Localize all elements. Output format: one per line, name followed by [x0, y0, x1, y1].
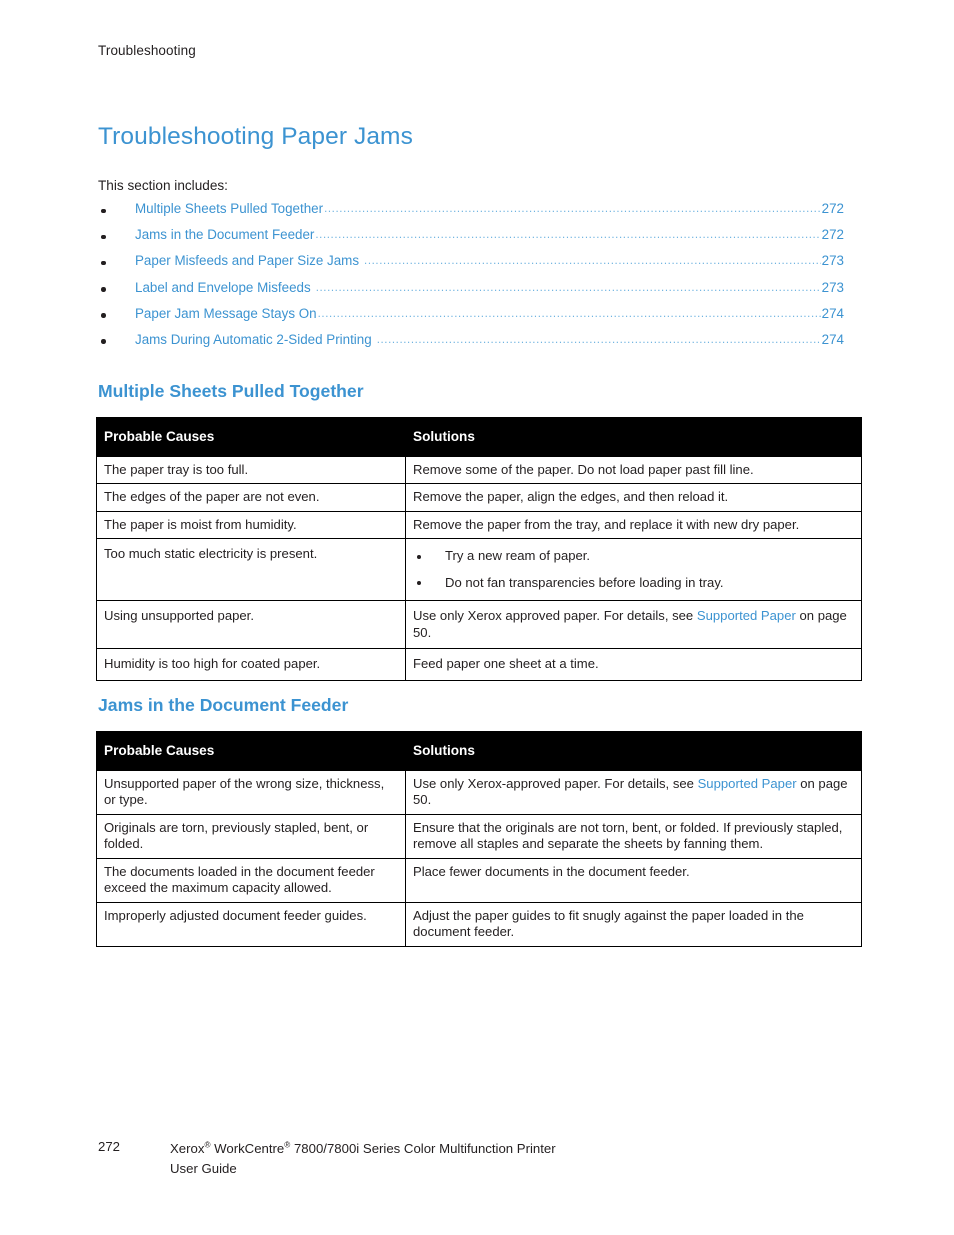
toc-entry-label[interactable]: Multiple Sheets Pulled Together	[135, 201, 323, 216]
list-item: Do not fan transparencies before loading…	[413, 575, 854, 591]
footer-product-pre: Xerox	[170, 1141, 205, 1156]
table-row: Improperly adjusted document feeder guid…	[96, 901, 862, 947]
footer-guide-line: User Guide	[170, 1161, 237, 1177]
cell-cause: Too much static electricity is present.	[96, 538, 406, 602]
bullet-icon	[101, 339, 106, 345]
toc-entry-jams-during-automatic-2-sided-printing[interactable]: Jams During Automatic 2-Sided Printing .…	[98, 332, 844, 358]
table-of-contents: Multiple Sheets Pulled Together ........…	[98, 201, 844, 358]
bullet-icon	[101, 234, 106, 240]
toc-entry-page: 274	[821, 331, 844, 347]
dot-leader: ........................................…	[317, 307, 821, 320]
solution-text-pre: Use only Xerox-approved paper. For detai…	[413, 775, 698, 791]
bullet-icon	[101, 313, 106, 318]
table-multiple-sheets-pulled-together: Probable Causes Solutions The paper tray…	[96, 417, 862, 681]
cell-solution: Remove the paper from the tray, and repl…	[405, 510, 862, 540]
page-footer: 272 Xerox® WorkCentre® 7800/7800i Series…	[98, 1139, 556, 1179]
toc-entry-label-and-envelope-misfeeds[interactable]: Label and Envelope Misfeeds ............…	[98, 280, 844, 306]
toc-entry-jams-in-the-document-feeder[interactable]: Jams in the Document Feeder ............…	[98, 227, 844, 253]
cell-cause: Humidity is too high for coated paper.	[96, 648, 406, 681]
toc-entry-label[interactable]: Jams During Automatic 2-Sided Printing	[135, 332, 376, 347]
list-item: Try a new ream of paper.	[413, 548, 854, 564]
table-row: The documents loaded in the document fee…	[96, 857, 862, 903]
column-header-probable-causes: Probable Causes	[96, 731, 406, 771]
footer-product-post: 7800/7800i Series Color Multifunction Pr…	[290, 1141, 556, 1156]
list-item-label: Do not fan transparencies before loading…	[445, 574, 724, 590]
column-header-probable-causes: Probable Causes	[96, 417, 406, 457]
table-row: Using unsupported paper. Use only Xerox …	[96, 600, 862, 650]
cell-solution: Remove the paper, align the edges, and t…	[405, 483, 862, 512]
dot-leader: ........................................…	[315, 229, 821, 242]
section-heading-jams-in-the-document-feeder: Jams in the Document Feeder	[98, 695, 349, 715]
cell-cause: The documents loaded in the document fee…	[96, 857, 406, 903]
table-row: The edges of the paper are not even. Rem…	[96, 483, 862, 512]
bullet-icon	[101, 287, 106, 292]
cell-solution: Use only Xerox-approved paper. For detai…	[405, 769, 862, 815]
toc-entry-page: 272	[821, 201, 844, 216]
section-includes-label: This section includes:	[98, 178, 228, 193]
toc-entry-label[interactable]: Label and Envelope Misfeeds	[135, 280, 315, 295]
column-header-solutions: Solutions	[405, 731, 862, 771]
toc-entry-page: 273	[821, 279, 844, 295]
dot-leader: ........................................…	[376, 333, 821, 346]
dot-leader: ........................................…	[315, 281, 821, 294]
bullet-icon	[101, 208, 106, 214]
bullet-icon	[101, 260, 106, 266]
running-header: Troubleshooting	[98, 43, 196, 58]
toc-entry-paper-misfeeds-and-paper-size-jams[interactable]: Paper Misfeeds and Paper Size Jams .....…	[98, 253, 844, 279]
table-row: Unsupported paper of the wrong size, thi…	[96, 769, 862, 815]
footer-page-number: 272	[98, 1139, 121, 1154]
table-row: Humidity is too high for coated paper. F…	[96, 648, 862, 681]
footer-product-line: Xerox® WorkCentre® 7800/7800i Series Col…	[170, 1139, 556, 1159]
solution-text-pre: Use only Xerox approved paper. For detai…	[413, 608, 697, 624]
section-heading-multiple-sheets-pulled-together: Multiple Sheets Pulled Together	[98, 381, 364, 401]
dot-leader: ........................................…	[364, 255, 821, 268]
page-title: Troubleshooting Paper Jams	[98, 123, 413, 150]
solution-bullet-list: Try a new ream of paper. Do not fan tran…	[413, 548, 854, 590]
column-header-solutions: Solutions	[405, 417, 862, 457]
toc-entry-page: 273	[821, 253, 844, 269]
toc-entry-page: 272	[821, 227, 844, 243]
cell-solution: Ensure that the originals are not torn, …	[405, 813, 862, 859]
table-row: The paper tray is too full. Remove some …	[96, 455, 862, 485]
cell-cause: The paper tray is too full.	[96, 455, 406, 485]
bullet-icon	[417, 581, 422, 586]
cell-solution: Adjust the paper guides to fit snugly ag…	[405, 901, 862, 947]
bullet-icon	[417, 554, 422, 559]
cell-solution: Remove some of the paper. Do not load pa…	[405, 455, 862, 485]
table-header-row: Probable Causes Solutions	[96, 417, 862, 457]
cell-cause: Unsupported paper of the wrong size, thi…	[96, 769, 406, 815]
table-row: The paper is moist from humidity. Remove…	[96, 510, 862, 540]
table-jams-in-the-document-feeder: Probable Causes Solutions Unsupported pa…	[96, 731, 862, 947]
footer-product-mid: WorkCentre	[210, 1141, 285, 1156]
toc-entry-label[interactable]: Paper Jam Message Stays On	[135, 306, 317, 321]
table-row: Too much static electricity is present. …	[96, 538, 862, 602]
toc-entry-page: 274	[821, 305, 844, 321]
toc-entry-paper-jam-message-stays-on[interactable]: Paper Jam Message Stays On .............…	[98, 306, 844, 332]
list-item-label: Try a new ream of paper.	[445, 548, 591, 564]
document-page: Troubleshooting Troubleshooting Paper Ja…	[0, 0, 954, 1235]
table-row: Originals are torn, previously stapled, …	[96, 813, 862, 859]
cell-solution: Try a new ream of paper. Do not fan tran…	[405, 538, 862, 602]
toc-entry-label[interactable]: Paper Misfeeds and Paper Size Jams	[135, 253, 363, 268]
table-header-row: Probable Causes Solutions	[96, 731, 862, 771]
cell-solution: Feed paper one sheet at a time.	[405, 648, 862, 681]
cell-cause: Improperly adjusted document feeder guid…	[96, 901, 406, 947]
cell-cause: Using unsupported paper.	[96, 600, 406, 650]
cell-solution: Place fewer documents in the document fe…	[405, 857, 862, 903]
cell-cause: The edges of the paper are not even.	[96, 483, 406, 512]
footer-product-info: Xerox® WorkCentre® 7800/7800i Series Col…	[170, 1139, 556, 1179]
cell-solution: Use only Xerox approved paper. For detai…	[405, 600, 862, 650]
cell-cause: The paper is moist from humidity.	[96, 510, 406, 540]
cross-reference-link-supported-paper[interactable]: Supported Paper	[697, 608, 796, 623]
toc-entry-multiple-sheets-pulled-together[interactable]: Multiple Sheets Pulled Together ........…	[98, 201, 844, 227]
dot-leader: ........................................…	[324, 203, 821, 215]
cross-reference-link-supported-paper[interactable]: Supported Paper	[698, 776, 797, 791]
cell-cause: Originals are torn, previously stapled, …	[96, 813, 406, 859]
toc-entry-label[interactable]: Jams in the Document Feeder	[135, 227, 314, 242]
